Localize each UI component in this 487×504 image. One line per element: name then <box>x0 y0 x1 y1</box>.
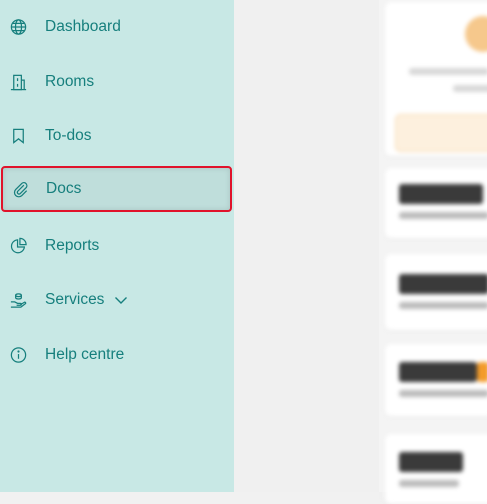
sidebar: Dashboard Rooms To-dos Docs Reports Serv… <box>0 0 234 492</box>
placeholder-text <box>409 68 487 75</box>
sidebar-item-to-dos[interactable]: To-dos <box>0 113 234 159</box>
card-title <box>399 362 477 382</box>
card-subtitle <box>399 302 487 309</box>
protect-card[interactable] <box>385 344 487 416</box>
info-icon <box>9 346 28 365</box>
paperclip-icon <box>11 180 30 199</box>
sidebar-item-label: Dashboard <box>45 18 121 35</box>
chevron-down-icon[interactable] <box>114 293 128 307</box>
sidebar-item-label: Rooms <box>45 73 95 90</box>
card-subtitle <box>399 480 459 487</box>
sidebar-item-label: Reports <box>45 237 100 254</box>
illustration <box>465 16 487 52</box>
hand-coins-icon <box>9 291 28 310</box>
sidebar-item-label: To-dos <box>45 127 92 144</box>
sidebar-item-label: Docs <box>46 180 82 197</box>
wealth-card[interactable] <box>385 168 487 238</box>
main-content <box>234 0 487 504</box>
bookmark-icon <box>9 127 28 146</box>
card-title-accent <box>477 362 487 382</box>
pie-chart-icon <box>9 237 28 256</box>
card-subtitle <box>399 390 487 397</box>
sidebar-item-rooms[interactable]: Rooms <box>0 59 234 105</box>
sidebar-item-label: Help centre <box>45 346 125 363</box>
sidebar-item-docs[interactable]: Docs <box>1 166 232 212</box>
goals-card[interactable] <box>385 434 487 504</box>
action-button[interactable] <box>395 114 487 152</box>
sidebar-item-services[interactable]: Services <box>0 277 234 323</box>
globe-icon <box>9 18 28 37</box>
card-title <box>399 184 483 204</box>
card-title <box>399 452 463 472</box>
building-icon <box>9 73 28 92</box>
card-title <box>399 274 487 294</box>
sidebar-item-dashboard[interactable]: Dashboard <box>0 4 234 50</box>
sidebar-item-label: Services <box>45 291 105 308</box>
sidebar-item-help-centre[interactable]: Help centre <box>0 332 234 378</box>
sidebar-item-reports[interactable]: Reports <box>0 223 234 269</box>
placeholder-text <box>453 85 487 92</box>
onboarding-card <box>385 2 487 156</box>
card-subtitle <box>399 212 487 219</box>
cashflow-card[interactable] <box>385 254 487 330</box>
